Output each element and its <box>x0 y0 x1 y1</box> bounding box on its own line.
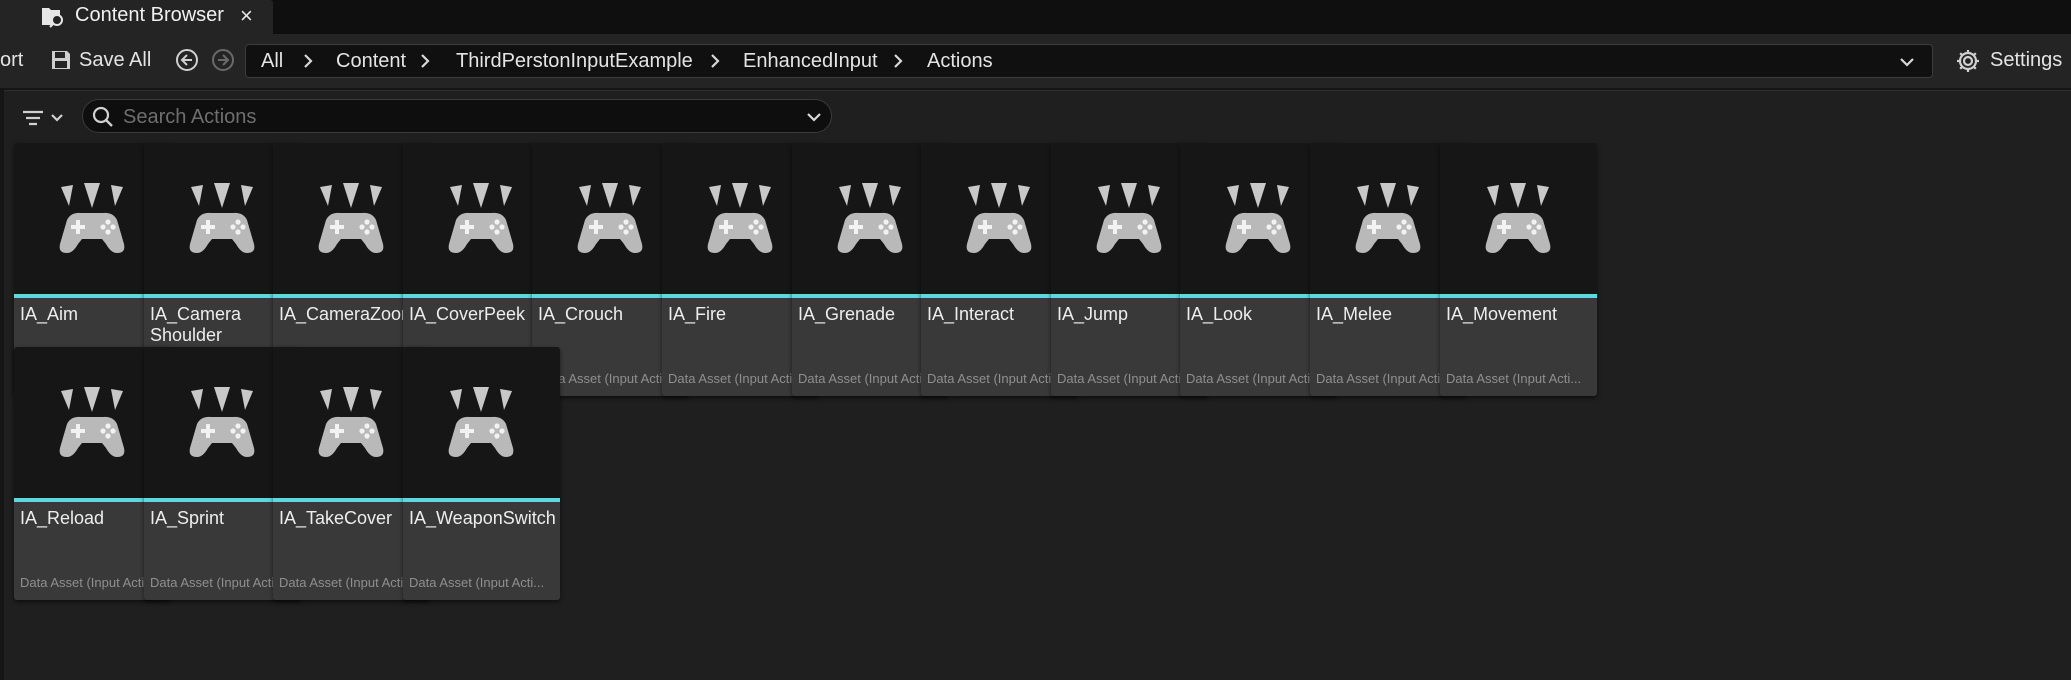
chevron-down-icon[interactable] <box>805 108 823 126</box>
chevron-right-icon[interactable] <box>416 52 434 70</box>
content-browser-icon <box>40 5 66 29</box>
forward-arrow-icon[interactable] <box>211 48 235 72</box>
asset-name: IA_Movement <box>1446 304 1558 324</box>
asset-view: IA_AimData Asset (Input Acti...IA_Camera… <box>4 90 2071 680</box>
back-arrow-icon[interactable] <box>175 48 199 72</box>
tab-bar: Content Browser × <box>0 0 2071 34</box>
save-all-button[interactable]: Save All <box>79 49 151 72</box>
close-icon[interactable]: × <box>240 3 253 29</box>
asset-name: IA_WeaponSwitch <box>409 508 556 528</box>
asset-tile[interactable]: IA_WeaponSwitch Data Asset (Input Acti... <box>403 347 560 600</box>
tab-content-browser[interactable]: Content Browser × <box>0 0 273 34</box>
breadcrumb-content[interactable]: Content <box>336 50 406 73</box>
chevron-right-icon[interactable] <box>706 52 724 70</box>
breadcrumb-all[interactable]: All <box>261 50 283 73</box>
import-button[interactable]: ort <box>0 49 23 72</box>
search-icon <box>91 105 115 129</box>
breadcrumb-actions[interactable]: Actions <box>927 50 993 73</box>
asset-grid: IA_AimData Asset (Input Acti...IA_Camera… <box>14 143 2071 680</box>
asset-thumbnail <box>403 347 560 499</box>
gear-icon[interactable] <box>1955 48 1981 74</box>
breadcrumb-thirdperston-input-example[interactable]: ThirdPerstonInputExample <box>456 50 693 73</box>
toolbar: ort Save All All Content ThirdPerstonInp… <box>0 34 2071 88</box>
chevron-right-icon[interactable] <box>889 52 907 70</box>
path-breadcrumb: All Content ThirdPerstonInputExample Enh… <box>245 44 1933 78</box>
breadcrumb-enhanced-input[interactable]: EnhancedInput <box>743 50 878 73</box>
chevron-right-icon[interactable] <box>299 52 317 70</box>
asset-thumbnail <box>1440 143 1597 295</box>
settings-button[interactable]: Settings <box>1990 49 2062 72</box>
content-browser-window: Content Browser × ort Save All All Conte… <box>0 0 2071 680</box>
save-icon <box>50 49 72 71</box>
asset-tile[interactable]: IA_Movement Data Asset (Input Acti... <box>1440 143 1597 396</box>
asset-type-stripe <box>403 498 560 502</box>
asset-type-label: Data Asset (Input Acti... <box>409 575 545 590</box>
search-box <box>82 99 832 133</box>
filter-icon[interactable] <box>20 106 74 132</box>
asset-type-stripe <box>1440 294 1597 298</box>
asset-type-label: Data Asset (Input Acti... <box>1446 371 1582 386</box>
chevron-down-icon[interactable] <box>1898 53 1916 71</box>
tab-title: Content Browser <box>75 4 224 26</box>
search-input[interactable] <box>121 103 775 131</box>
